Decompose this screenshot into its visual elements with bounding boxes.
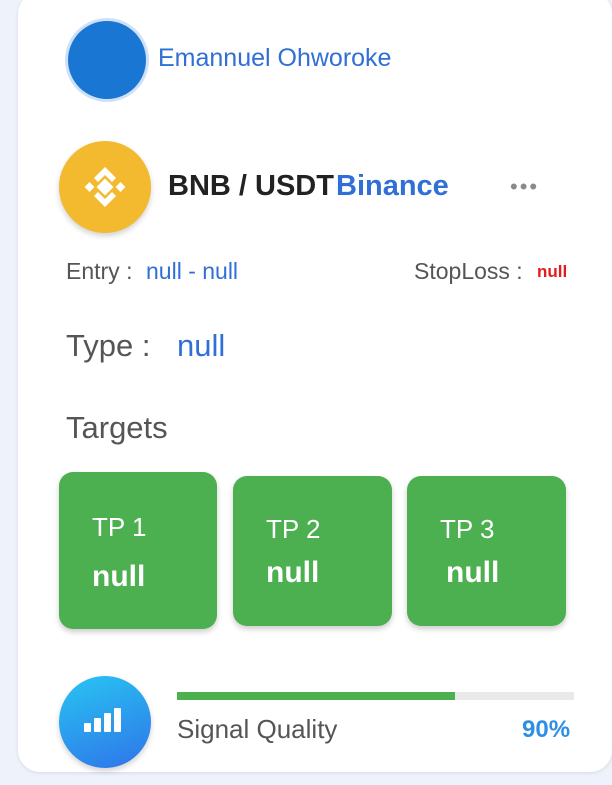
signal-card — [18, 0, 612, 772]
type-label: Type : — [66, 328, 151, 363]
target-label: TP 1 — [92, 512, 147, 542]
stoploss-value: null — [537, 262, 568, 281]
stoploss-label: StopLoss : — [414, 258, 523, 284]
avatar[interactable] — [68, 21, 146, 99]
target-value: null — [446, 556, 500, 589]
trading-pair: BNB / USDT — [168, 170, 334, 202]
target-card-tp3[interactable]: TP 3 null — [407, 476, 566, 626]
target-card-tp2[interactable]: TP 2 null — [233, 476, 392, 626]
signal-bars-icon — [59, 676, 151, 768]
type-value: null — [177, 328, 226, 363]
signal-quality-label: Signal Quality — [177, 714, 338, 744]
target-card-tp1[interactable]: TP 1 null — [59, 472, 217, 629]
signal-quality-bar — [177, 692, 574, 700]
target-value: null — [266, 556, 320, 589]
signal-quality-fill — [177, 692, 455, 700]
binance-coin-icon — [59, 141, 151, 233]
exchange-name: Binance — [336, 170, 449, 202]
target-value: null — [92, 560, 146, 593]
target-label: TP 2 — [266, 514, 321, 544]
entry-label: Entry : — [66, 258, 133, 284]
target-label: TP 3 — [440, 514, 495, 544]
targets-heading: Targets — [66, 410, 168, 445]
user-name[interactable]: Emannuel Ohworoke — [158, 44, 391, 73]
entry-value: null - null — [146, 258, 239, 284]
more-options-icon[interactable]: ••• — [510, 176, 550, 198]
signal-quality-percent: 90% — [522, 716, 571, 743]
